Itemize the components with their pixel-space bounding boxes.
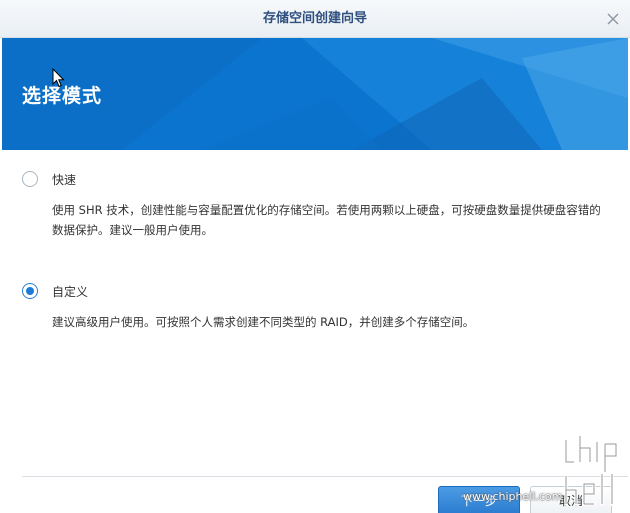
footer-divider: [22, 476, 628, 477]
storage-wizard-dialog: 存储空间创建向导 选择模式 快速 使用 SHR 技术，创建性能与容量配置优化的存…: [0, 0, 630, 513]
window-title: 存储空间创建向导: [262, 11, 367, 26]
cancel-button[interactable]: 取消: [530, 486, 612, 513]
close-icon[interactable]: [604, 10, 622, 28]
title-bar[interactable]: 存储空间创建向导: [0, 0, 630, 38]
option-custom-label[interactable]: 自定义: [52, 283, 88, 300]
option-quick-description: 使用 SHR 技术，创建性能与容量配置优化的存储空间。若使用两颗以上硬盘，可按硬…: [52, 203, 601, 237]
next-button[interactable]: 下一步: [438, 486, 520, 513]
radio-quick[interactable]: [22, 171, 38, 187]
radio-custom[interactable]: [22, 283, 38, 299]
option-quick-label[interactable]: 快速: [52, 171, 76, 188]
option-custom-description: 建议高级用户使用。可按照个人需求创建不同类型的 RAID，并创建多个存储空间。: [52, 315, 475, 329]
mouse-cursor-icon: [52, 67, 66, 92]
header-banner: 选择模式: [2, 38, 628, 150]
